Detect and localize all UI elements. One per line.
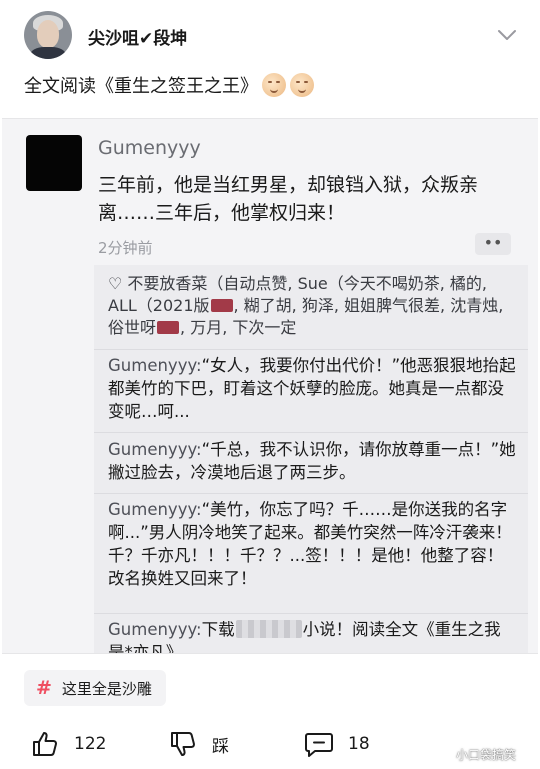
comment-author: Gumenyyy: <box>108 440 202 459</box>
comment-icon <box>305 733 333 757</box>
post-page: 尖沙咀✔段坤 全文阅读《重生之签王之王》 Gumenyyy 三年前，他是当红男星… <box>0 0 540 769</box>
comment-count: 18 <box>348 734 370 754</box>
comment-author: Gumenyyy: <box>108 500 202 519</box>
username[interactable]: 尖沙咀✔段坤 <box>88 24 187 49</box>
shot-comments-panel: ♡ 不要放香菜（自动点赞, Sue（今天不喝奶茶, 橘的, ALL（2021版,… <box>94 265 528 653</box>
post-header: 尖沙咀✔段坤 <box>0 0 540 70</box>
topic-tag-label: 这里全是沙雕 <box>61 679 152 698</box>
comment-item: Gumenyyy:“美竹，你忘了吗？千……是你送我的名字啊...”男人阴冷地笑了… <box>108 498 516 590</box>
shot-timestamp: 2分钟前 <box>98 239 153 257</box>
mosaic-blur <box>235 620 302 638</box>
redaction-blot <box>157 321 180 334</box>
thumbs-down-icon <box>171 732 195 756</box>
comment-item: Gumenyyy:“女人，我要你付出代价！”他恶狠狠地抬起都美竹的下巴，盯着这个… <box>108 354 516 423</box>
topic-tag[interactable]: # 这里全是沙雕 <box>24 670 166 706</box>
comment-author: Gumenyyy: <box>108 356 202 375</box>
chevron-down-icon[interactable] <box>496 24 518 46</box>
like-count: 122 <box>74 734 107 754</box>
comment-divider <box>94 613 528 614</box>
likes-text-c: , 万月, 下次一定 <box>180 318 297 337</box>
redaction-blot <box>210 299 233 312</box>
more-options-icon: •• <box>475 233 511 255</box>
comment-author: Gumenyyy: <box>108 620 202 639</box>
dislike-label: 踩 <box>212 736 229 757</box>
shot-author: Gumenyyy <box>98 137 201 159</box>
embedded-screenshot[interactable]: Gumenyyy 三年前，他是当红男星，却锒铛入狱，众叛亲离……三年后，他掌权归… <box>2 118 538 654</box>
like-button[interactable]: 122 <box>30 724 106 764</box>
avatar-face <box>37 20 59 48</box>
comment-divider <box>94 493 528 494</box>
dislike-button[interactable]: 踩 <box>168 724 229 764</box>
avatar-body <box>30 47 66 59</box>
thumbs-up-icon <box>33 732 57 756</box>
post-text-content: 全文阅读《重生之签王之王》 <box>24 76 258 97</box>
shot-post-body: 三年前，他是当红男星，却锒铛入狱，众叛亲离……三年后，他掌权归来！ <box>98 174 479 224</box>
post-text: 全文阅读《重生之签王之王》 <box>24 72 314 98</box>
shot-avatar <box>26 135 82 191</box>
comment-button[interactable]: 18 <box>304 724 370 764</box>
hash-icon: # <box>36 677 52 699</box>
comment-text-a: 下载 <box>201 620 235 639</box>
comment-item: Gumenyyy:“千总，我不认识你，请你放尊重一点！”她撇过脸去，冷漠地后退了… <box>108 438 516 484</box>
watermark: 小口袋搞笑 <box>456 748 517 762</box>
smirk-emoji-icon <box>262 73 286 97</box>
avatar[interactable] <box>24 11 72 59</box>
likes-list: ♡ 不要放香菜（自动点赞, Sue（今天不喝奶茶, 橘的, ALL（2021版,… <box>108 273 518 339</box>
comment-divider <box>94 349 528 350</box>
comment-divider <box>94 432 528 433</box>
comment-item: Gumenyyy:下载 小说！阅读全文《重生之我是*亦凡》 <box>108 618 516 653</box>
smirk-emoji-icon <box>290 73 314 97</box>
